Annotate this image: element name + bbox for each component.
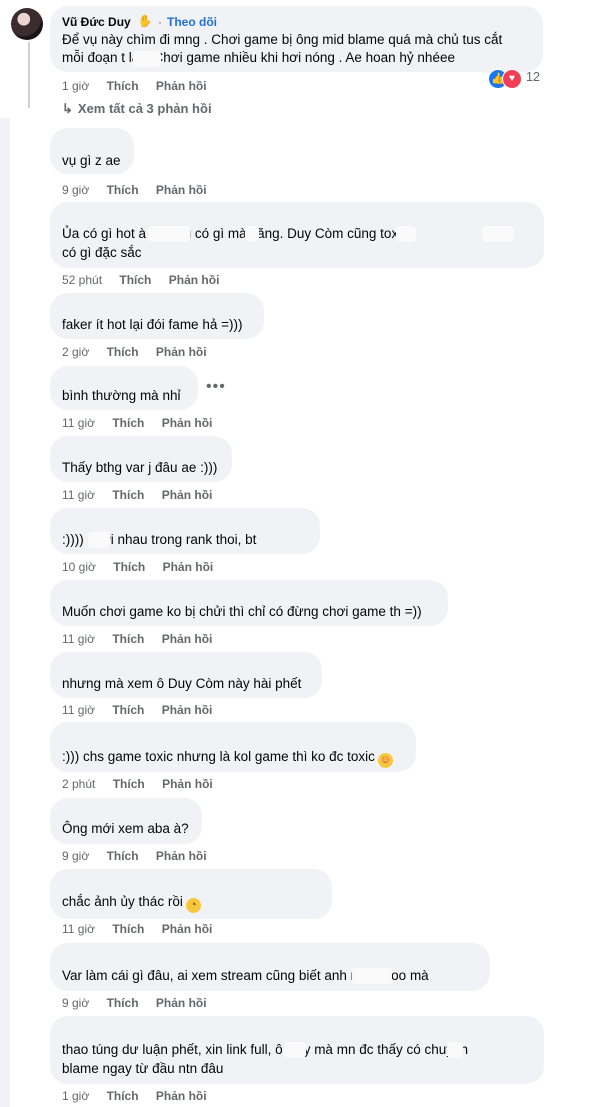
like-button[interactable]: Thích <box>107 345 139 359</box>
reply-button[interactable]: Phản hồi <box>156 79 207 93</box>
comment-text-line: bình thường mà nhỉ <box>62 388 181 403</box>
comment-meta: 9 giờ Thích Phản hồi <box>62 183 207 197</box>
comment-meta: 9 giờ Thích Phản hồi <box>62 996 207 1010</box>
comment-meta: 11 giờ Thích Phản hồi <box>62 632 212 646</box>
redacted-region <box>245 226 259 242</box>
redacted-region <box>352 968 392 984</box>
like-button[interactable]: Thích <box>112 488 144 502</box>
view-all-replies-label: Xem tất cả 3 phản hồi <box>77 101 212 116</box>
reply-thread-line <box>28 42 30 108</box>
comment-meta: 52 phút Thích Phản hồi <box>62 273 219 287</box>
comment-meta: 2 giờ Thích Phản hồi <box>62 345 207 359</box>
reply-button[interactable]: Phản hồi <box>156 996 207 1010</box>
redacted-region <box>482 226 514 242</box>
comment-time[interactable]: 11 giờ <box>62 632 95 646</box>
comment-meta: 9 giờ Thích Phản hồi <box>62 849 207 863</box>
comment-text-span: chắc ảnh ủy thác rồi <box>62 894 183 909</box>
comment-time[interactable]: 2 giờ <box>62 345 89 359</box>
redacted-region <box>133 51 161 67</box>
comment-time[interactable]: 9 giờ <box>62 183 89 197</box>
comment-time[interactable]: 11 giờ <box>62 922 95 936</box>
like-button[interactable]: Thích <box>107 996 139 1010</box>
redacted-region <box>284 1042 306 1058</box>
like-button[interactable]: Thích <box>113 777 145 791</box>
like-button[interactable]: Thích <box>119 273 151 287</box>
reply-button[interactable]: Phản hồi <box>163 560 214 574</box>
comment-author[interactable]: Vũ Đức Duy <box>62 15 131 29</box>
redacted-region <box>88 532 110 548</box>
comment-time[interactable]: 11 giờ <box>62 416 95 430</box>
comment-meta: 10 giờ Thích Phản hồi <box>62 560 213 574</box>
comment-time[interactable]: 9 giờ <box>62 996 89 1010</box>
comment-text-line: Thấy bthg var j đâu ae :))) <box>62 460 218 475</box>
redacted-region <box>148 226 190 242</box>
like-button[interactable]: Thích <box>112 922 144 936</box>
comment-text-line: vụ gì z ae <box>62 153 121 168</box>
like-button[interactable]: Thích <box>107 849 139 863</box>
comment-text-line: Để vụ này chìm đi mng . Chơi game bị ông… <box>62 32 503 47</box>
avatar[interactable] <box>11 8 43 40</box>
love-icon: ♥ <box>502 69 522 89</box>
view-all-replies-link[interactable]: ↳ Xem tất cả 3 phản hồi <box>62 101 212 117</box>
follow-button[interactable]: Theo dõi <box>167 15 217 29</box>
comment-meta: 11 giờ Thích Phản hồi <box>62 703 212 717</box>
comment-text-line: Muốn chơi game ko bị chửi thì chỉ có đừn… <box>62 604 422 619</box>
reply-button[interactable]: Phản hồi <box>156 849 207 863</box>
comment-text-line: mỗi đoạn t lại . Chơi game nhiều khi hơi… <box>62 50 455 65</box>
page-left-strip <box>0 118 10 1107</box>
comment-time[interactable]: 11 giờ <box>62 488 95 502</box>
comment-time[interactable]: 1 giờ <box>62 1089 89 1103</box>
comment-text-line: faker ít hot lại đói fame hả =))) <box>62 317 243 332</box>
like-button[interactable]: Thích <box>107 183 139 197</box>
comment-text-span: :))) chs game toxic nhưng là kol game th… <box>62 749 375 764</box>
comment-text-line: thao túng dư luận phết, xin link full, ô… <box>62 1042 469 1057</box>
like-button[interactable]: Thích <box>107 79 139 93</box>
reply-button[interactable]: Phản hồi <box>156 345 207 359</box>
top-fan-badge-icon: ✋ <box>137 14 153 28</box>
reply-button[interactable]: Phản hồi <box>169 273 220 287</box>
comment-text-line: Ông mới xem aba à? <box>62 821 189 836</box>
comment-meta: 1 giờ Thích Phản hồi <box>62 1089 207 1103</box>
comment-text-line: Ủa có gì hot à ? nhau có gì mà căng. Duy… <box>62 226 416 241</box>
reply-arrow-icon: ↳ <box>62 101 73 116</box>
like-button[interactable]: Thích <box>112 632 144 646</box>
separator-dot: · <box>158 15 162 29</box>
comment-text-line: nhưng mà xem ô Duy Còm này hài phết <box>62 676 302 691</box>
comment-time[interactable]: 1 giờ <box>62 79 89 93</box>
reply-button[interactable]: Phản hồi <box>162 488 213 502</box>
redacted-region <box>396 226 416 242</box>
like-button[interactable]: Thích <box>112 416 144 430</box>
reply-button[interactable]: Phản hồi <box>162 922 213 936</box>
comment-text-line: :))) chs game toxic nhưng là kol game th… <box>62 747 393 768</box>
reply-button[interactable]: Phản hồi <box>156 183 207 197</box>
comment-meta: 11 giờ Thích Phản hồi <box>62 922 212 936</box>
reply-button[interactable]: Phản hồi <box>162 777 213 791</box>
comment-time[interactable]: 9 giờ <box>62 849 89 863</box>
thinking-emoji-icon: ◔ <box>185 898 201 913</box>
comment-text-line: chắc ảnh ủy thác rồi ◔ <box>62 892 201 913</box>
comment-text-line: có gì đặc sắc <box>62 245 142 260</box>
reply-button[interactable]: Phản hồi <box>162 632 213 646</box>
comment-time[interactable]: 10 giờ <box>62 560 96 574</box>
redacted-region <box>447 1042 463 1058</box>
comment-text-line: blame ngay từ đầu ntn đâu <box>62 1061 224 1076</box>
comment-time[interactable]: 11 giờ <box>62 703 95 717</box>
like-button[interactable]: Thích <box>112 703 144 717</box>
like-button[interactable]: Thích <box>113 560 145 574</box>
comment-meta: 11 giờ Thích Phản hồi <box>62 488 212 502</box>
reply-button[interactable]: Phản hồi <box>162 703 213 717</box>
clown-emoji-icon: ☺ <box>377 753 393 768</box>
like-button[interactable]: Thích <box>107 1089 139 1103</box>
reaction-count: 12 <box>526 70 540 84</box>
comment-meta: 11 giờ Thích Phản hồi <box>62 416 212 430</box>
comment-meta: 1 giờ Thích Phản hồi <box>62 79 207 93</box>
comment-meta: 2 phút Thích Phản hồi <box>62 777 213 791</box>
reaction-summary[interactable]: 👍 ♥ 12 <box>488 68 548 89</box>
more-options-icon[interactable]: ••• <box>206 378 226 396</box>
comment-time[interactable]: 2 phút <box>62 777 95 791</box>
reply-button[interactable]: Phản hồi <box>162 416 213 430</box>
comment-time[interactable]: 52 phút <box>62 273 102 287</box>
reply-button[interactable]: Phản hồi <box>156 1089 207 1103</box>
